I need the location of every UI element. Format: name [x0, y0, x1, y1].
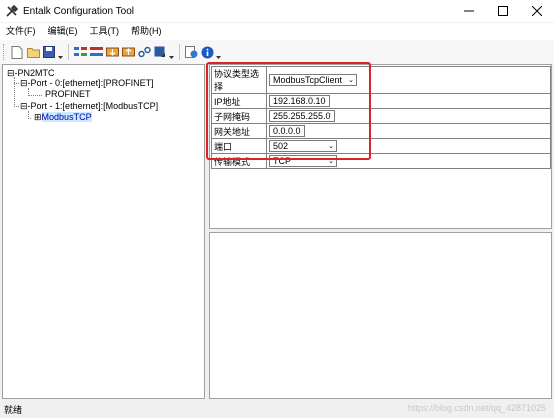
ip-label: IP地址: [211, 93, 267, 109]
tree-node-profinet[interactable]: PROFINET: [45, 89, 91, 100]
export-icon: [154, 46, 165, 57]
chevron-down-icon: [57, 56, 63, 59]
minimize-icon: [464, 10, 474, 12]
port-label: 端口: [211, 138, 267, 154]
export-button[interactable]: [153, 45, 167, 59]
collapse-icon[interactable]: ⊟-: [20, 101, 31, 111]
menu-tools[interactable]: 工具(T): [84, 23, 126, 40]
tree-node-port0[interactable]: ⊟-Port - 0:[ethernet]:[PROFINET]: [20, 78, 154, 89]
property-row-mode: 传输模式 TCP ⌄: [211, 153, 551, 169]
property-row-ip: IP地址 192.168.0.10: [211, 93, 551, 109]
protocol-label: 协议类型选择: [211, 66, 267, 94]
ip-address-field[interactable]: 192.168.0.10: [269, 95, 330, 107]
tree-node-label: Port - 0:[ethernet]:[PROFINET]: [30, 78, 154, 88]
output-pane: [209, 232, 552, 399]
menu-help[interactable]: 帮助(H): [125, 23, 168, 40]
new-file-icon: [11, 45, 23, 59]
minimize-button[interactable]: [452, 0, 486, 22]
port-value: 502: [273, 141, 289, 151]
menu-edit[interactable]: 编辑(E): [42, 23, 84, 40]
chevron-down-icon: ⌄: [328, 158, 334, 165]
tools-icon: [6, 4, 19, 17]
tree-node-label: ModbusTCP: [41, 112, 92, 122]
chevron-down-icon: ⌄: [328, 143, 334, 150]
toolbar-separator: [68, 44, 69, 60]
config-a-button[interactable]: [73, 45, 87, 59]
property-pane: 协议类型选择 ModbusTcpClient ⌄ IP地址 192.168.0.1…: [209, 64, 552, 229]
open-folder-button[interactable]: [26, 45, 40, 59]
expand-icon[interactable]: ⊞: [34, 112, 42, 122]
property-row-gateway: 网关地址 0.0.0.0: [211, 123, 551, 139]
menu-file[interactable]: 文件(F): [0, 23, 42, 40]
transfer-mode-select[interactable]: TCP ⌄: [269, 155, 337, 167]
menu-bar: 文件(F) 编辑(E) 工具(T) 帮助(H): [0, 23, 554, 40]
chevron-down-icon: [215, 56, 221, 59]
toolbar: [0, 40, 554, 64]
toolbar-separator: [179, 44, 180, 60]
download-button[interactable]: [105, 45, 119, 59]
new-file-button[interactable]: [10, 45, 24, 59]
save-dropdown[interactable]: [57, 45, 63, 59]
property-grid: 协议类型选择 ModbusTcpClient ⌄ IP地址 192.168.0.1…: [211, 66, 551, 169]
monitor-icon: [184, 46, 197, 58]
property-row-protocol: 协议类型选择 ModbusTcpClient ⌄: [211, 66, 551, 94]
info-icon: [201, 46, 213, 58]
info-dropdown[interactable]: [215, 45, 221, 59]
gateway-field[interactable]: 0.0.0.0: [269, 125, 305, 137]
info-button[interactable]: [200, 45, 214, 59]
window-controls: [452, 0, 554, 22]
tree-node-label: Port - 1:[ethernet]:[ModbusTCP]: [30, 101, 159, 111]
tree-node-modbustcp[interactable]: ⊞ModbusTCP: [34, 112, 92, 123]
status-text: 就绪: [4, 405, 23, 415]
config-b-button[interactable]: [89, 45, 103, 59]
link-icon: [137, 46, 151, 58]
config-b-icon: [89, 47, 103, 56]
link-button[interactable]: [137, 45, 151, 59]
maximize-button[interactable]: [486, 0, 520, 22]
config-a-icon: [73, 47, 87, 56]
save-button[interactable]: [42, 45, 56, 59]
monitor-button[interactable]: [184, 45, 198, 59]
gateway-label: 网关地址: [211, 123, 267, 139]
tree-node-label: PN2MTC: [17, 68, 55, 78]
export-dropdown[interactable]: [168, 45, 174, 59]
port-select[interactable]: 502 ⌄: [269, 140, 337, 152]
collapse-icon[interactable]: ⊟-: [7, 68, 18, 78]
property-row-mask: 子网掩码 255.255.255.0: [211, 108, 551, 124]
window-title: Entalk Configuration Tool: [23, 5, 134, 17]
chevron-down-icon: [168, 56, 174, 59]
property-row-port: 端口 502 ⌄: [211, 138, 551, 154]
mode-label: 传输模式: [211, 153, 267, 169]
open-folder-icon: [26, 47, 40, 58]
upload-button[interactable]: [121, 45, 135, 59]
maximize-icon: [498, 6, 508, 16]
subnet-mask-field[interactable]: 255.255.255.0: [269, 110, 335, 122]
toolbar-grip[interactable]: [3, 44, 6, 60]
title-bar: Entalk Configuration Tool: [0, 0, 554, 22]
protocol-value: ModbusTcpClient: [273, 75, 343, 85]
mask-label: 子网掩码: [211, 108, 267, 124]
collapse-icon[interactable]: ⊟-: [20, 78, 31, 88]
upload-icon: [121, 47, 135, 57]
protocol-select[interactable]: ModbusTcpClient ⌄: [269, 74, 358, 86]
watermark-text: https://blog.csdn.net/qq_42871025: [407, 403, 546, 413]
mode-value: TCP: [273, 156, 291, 166]
close-icon: [532, 6, 542, 16]
device-tree[interactable]: ⊟-PN2MTC ⊟-Port - 0:[ethernet]:[PROFINET…: [2, 64, 205, 399]
close-button[interactable]: [520, 0, 554, 22]
tree-node-label: PROFINET: [45, 89, 91, 99]
chevron-down-icon: ⌄: [348, 77, 355, 84]
download-icon: [105, 47, 119, 57]
tree-node-port1[interactable]: ⊟-Port - 1:[ethernet]:[ModbusTCP]: [20, 101, 158, 112]
save-icon: [43, 46, 55, 58]
